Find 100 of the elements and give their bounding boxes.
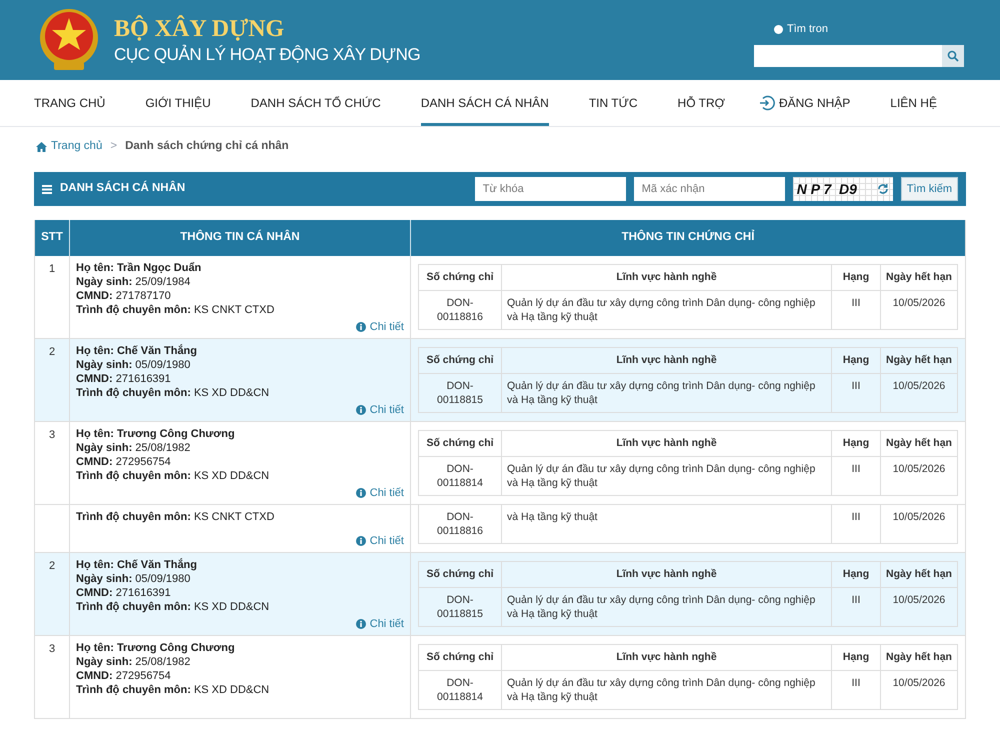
search-button[interactable]: [942, 45, 964, 68]
table-cell-text: 10/05/2026: [892, 593, 946, 608]
info-icon: [356, 322, 366, 332]
certificate-column-header: Lĩnh vực hành nghề: [502, 645, 832, 670]
detail-link[interactable]: Chi tiết: [356, 617, 404, 631]
breadcrumb-separator: >: [110, 139, 118, 154]
nav-link[interactable]: DANH SÁCH CÁ NHÂN: [420, 80, 549, 126]
info-line: Trình độ chuyên môn: KS CNKT CTXD: [76, 510, 276, 524]
nav-link[interactable]: HỖ TRỢ: [678, 80, 725, 126]
certificate-column-header: Lĩnh vực hành nghề: [502, 348, 832, 373]
radio-button[interactable]: [774, 24, 783, 34]
table-cell: DON-00118816: [419, 291, 502, 329]
captcha-field[interactable]: Mã xác nhận: [634, 177, 785, 201]
certificate-column-header: Số chứng chỉ: [419, 645, 502, 670]
person-name: Họ tên: Trương Công Chương: [76, 427, 236, 441]
table-cell: Quản lý dự án đầu tư xây dựng công trình Dân dụng- công nghiệp và Hạ tầng kỹ thuật: [502, 291, 832, 329]
info-line: CMND: 272956754: [76, 455, 172, 469]
nav-link[interactable]: TIN TỨC: [588, 80, 638, 126]
info-line: CMND: 271616391: [76, 372, 172, 386]
search-field[interactable]: [754, 45, 964, 68]
keyword-field[interactable]: Từ khóa: [474, 177, 626, 201]
info-line: CMND: 271616391: [76, 586, 172, 600]
detail-link[interactable]: Chi tiết: [356, 534, 404, 548]
home-icon: [36, 142, 47, 152]
detail-link[interactable]: Chi tiết: [356, 486, 404, 500]
table-cell-text: 10/05/2026: [892, 510, 946, 525]
table-cell: III: [832, 588, 881, 626]
table-cell: III: [832, 291, 881, 329]
row-number: 2: [48, 560, 56, 572]
table-cell: DON-00118816: [419, 505, 502, 543]
row-number: 2: [48, 346, 56, 358]
captcha-image-text: N P 7 D9: [796, 180, 857, 198]
search-button[interactable]: Tìm kiếm: [900, 177, 958, 201]
certificate-column-header: Hạng: [832, 562, 881, 587]
nav-link[interactable]: TRANG CHỦ: [34, 80, 106, 126]
row-number: 1: [48, 263, 56, 275]
info-icon: [356, 488, 366, 498]
certificate-column-header: Số chứng chỉ: [419, 348, 502, 373]
certificate-column-header: Hạng: [832, 265, 881, 290]
certificate-column-header: Ngày hết hạn: [885, 650, 953, 665]
nav-link[interactable]: LIÊN HỆ: [890, 80, 937, 126]
person-name: Họ tên: Chế Văn Thắng: [76, 344, 198, 358]
certificate-column-header: Lĩnh vực hành nghề: [502, 431, 832, 456]
info-line: Ngày sinh: 25/09/1984: [76, 275, 192, 289]
breadcrumb-link[interactable]: Trang chủ: [51, 138, 102, 156]
info-line: Trình độ chuyên môn: KS XD DD&CN: [76, 600, 270, 614]
certificate-column-header: Hạng: [832, 348, 881, 373]
table-cell: Quản lý dự án đầu tư xây dựng công trình Dân dụng- công nghiệp và Hạ tầng kỹ thuật: [502, 588, 832, 626]
detail-link[interactable]: Chi tiết: [356, 320, 404, 334]
info-icon: [356, 619, 366, 629]
certificate-column-header: Số chứng chỉ: [419, 562, 502, 587]
info-line: Ngày sinh: 25/08/1982: [76, 441, 192, 455]
nav-link[interactable]: GIỚI THIỆU: [145, 80, 211, 126]
certificate-column-header: Lĩnh vực hành nghề: [502, 562, 832, 587]
info-icon: [356, 405, 366, 415]
table-cell: Quản lý dự án đầu tư xây dựng công trình Dân dụng- công nghiệp và Hạ tầng kỹ thuật: [502, 374, 832, 412]
table-cell: DON-00118814: [419, 457, 502, 495]
site-title: BỘ XÂY DỰNG: [114, 14, 286, 44]
info-line: CMND: 272956754: [76, 669, 172, 683]
breadcrumb-current: Danh sách chứng chỉ cá nhân: [125, 139, 289, 154]
table-cell: DON-00118815: [419, 588, 502, 626]
table-cell: III: [832, 505, 881, 543]
table-cell-text: 10/05/2026: [892, 379, 946, 394]
info-line: CMND: 271787170: [76, 289, 172, 303]
nav-link[interactable]: DANH SÁCH TỔ CHỨC: [250, 80, 381, 126]
row-number: 3: [48, 429, 56, 441]
table-cell: III: [832, 671, 881, 709]
certificate-column-header: Số chứng chỉ: [419, 431, 502, 456]
info-line: Trình độ chuyên môn: KS XD DD&CN: [76, 469, 270, 483]
table-cell-text: 10/05/2026: [892, 296, 946, 311]
menu-icon: [42, 184, 52, 194]
nav-link[interactable]: ĐĂNG NHẬP: [758, 80, 850, 126]
certificate-column-header: Hạng: [832, 645, 881, 670]
column-header: THÔNG TIN CHỨNG CHỈ: [620, 228, 756, 246]
certificate-column-header: Hạng: [832, 431, 881, 456]
table-cell: DON-00118814: [419, 671, 502, 709]
table-cell: III: [832, 374, 881, 412]
certificate-column-header: Số chứng chỉ: [419, 265, 502, 290]
login-icon: [758, 95, 775, 111]
search-option-label: Tìm tron: [787, 22, 828, 37]
refresh-icon[interactable]: [876, 183, 889, 195]
person-name: Họ tên: Chế Văn Thắng: [76, 558, 198, 572]
table-cell: và Hạ tầng kỹ thuật: [502, 505, 832, 543]
info-line: Trình độ chuyên môn: KS CNKT CTXD: [76, 303, 276, 317]
person-name: Họ tên: Trần Ngọc Duẩn: [76, 261, 202, 275]
person-name: Họ tên: Trương Công Chương: [76, 641, 236, 655]
table-cell: III: [832, 457, 881, 495]
table-cell-text: 10/05/2026: [892, 676, 946, 691]
table-cell: Quản lý dự án đầu tư xây dựng công trình Dân dụng- công nghiệp và Hạ tầng kỹ thuật: [502, 671, 832, 709]
site-subtitle: CỤC QUẢN LÝ HOẠT ĐỘNG XÂY DỰNG: [114, 44, 420, 66]
search-icon: [947, 50, 959, 62]
info-icon: [356, 536, 366, 546]
info-line: Ngày sinh: 05/09/1980: [76, 358, 192, 372]
info-line: Ngày sinh: 05/09/1980: [76, 572, 192, 586]
certificate-column-header: Ngày hết hạn: [885, 436, 953, 451]
info-line: Trình độ chuyên môn: KS XD DD&CN: [76, 683, 270, 697]
info-line: Trình độ chuyên môn: KS XD DD&CN: [76, 386, 270, 400]
table-cell: DON-00118815: [419, 374, 502, 412]
info-line: Ngày sinh: 25/08/1982: [76, 655, 192, 669]
detail-link[interactable]: Chi tiết: [356, 403, 404, 417]
